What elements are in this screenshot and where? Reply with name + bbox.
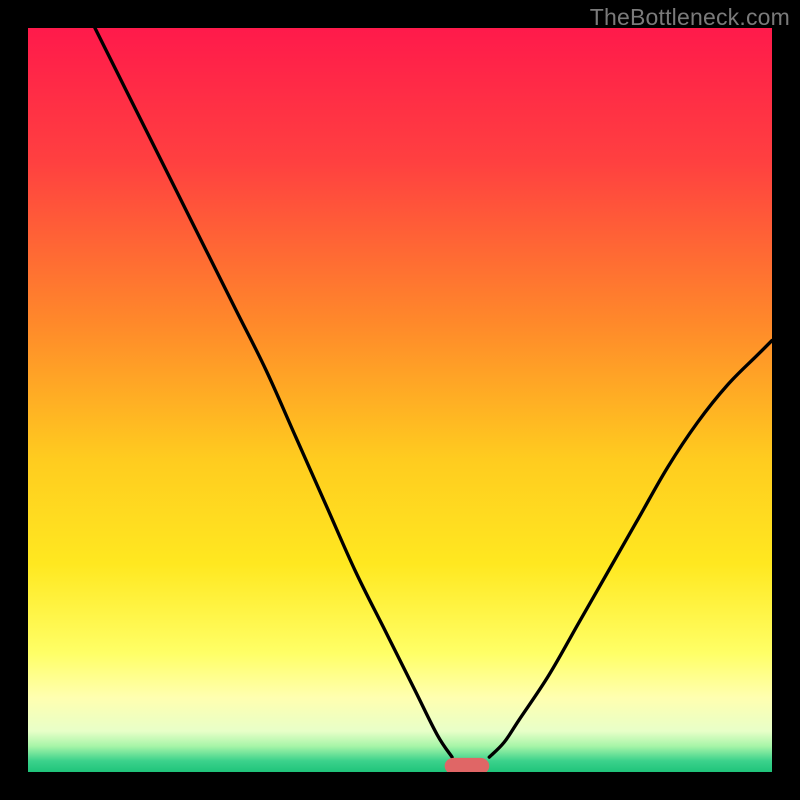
- chart-svg: [28, 28, 772, 772]
- chart-frame: TheBottleneck.com: [0, 0, 800, 800]
- watermark-text: TheBottleneck.com: [590, 4, 790, 31]
- plot-area: [28, 28, 772, 772]
- optimal-marker: [445, 758, 490, 772]
